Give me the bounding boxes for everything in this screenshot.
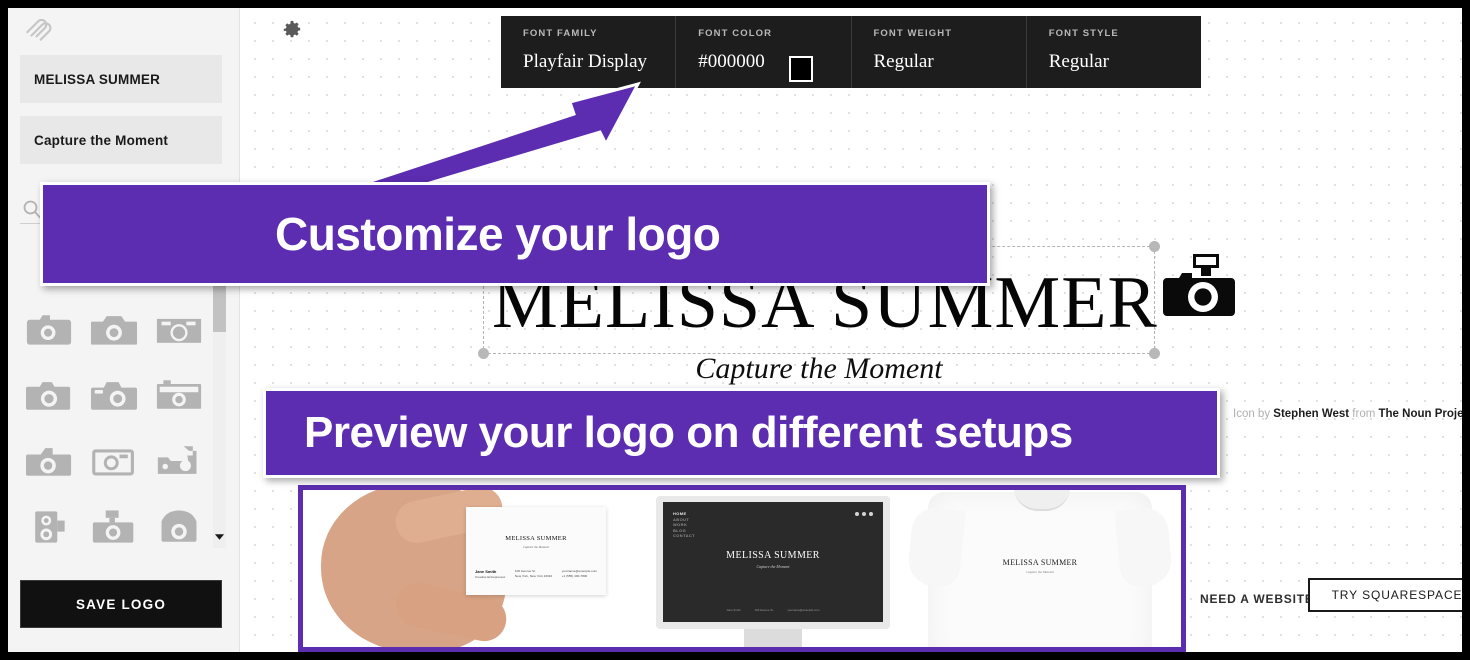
camera-icon[interactable] xyxy=(23,438,75,484)
nav-item: CONTACT xyxy=(673,533,696,539)
card-phone: +1 (555) 400-7800 xyxy=(561,574,588,578)
tshirt-image: MELISSA SUMMER Capture the Moment xyxy=(906,490,1174,647)
callout-preview: Preview your logo on different setups xyxy=(263,388,1220,478)
card-contact-name: Jane Smith xyxy=(475,569,497,574)
site-footer: Jane Smith 100 Avenue St. yourname@examp… xyxy=(663,608,883,612)
credit-prefix: Icon by xyxy=(1233,408,1274,420)
footer-item: yourname@example.com xyxy=(787,608,820,612)
camera-icon[interactable] xyxy=(23,504,75,550)
social-icons xyxy=(855,512,873,516)
credit-author: Stephen West xyxy=(1273,408,1350,420)
font-color-label: FONT COLOR xyxy=(698,28,773,39)
camera-icon[interactable] xyxy=(23,372,75,418)
font-style-value: Regular xyxy=(1048,51,1109,72)
font-weight-value: Regular xyxy=(873,51,934,72)
font-color-field[interactable]: FONT COLOR #000000 xyxy=(676,16,852,88)
card-logo: MELISSA SUMMER xyxy=(505,535,567,542)
logo-editor-app: MELISSA SUMMER Capture the Moment SAVE L… xyxy=(8,8,1462,652)
screenshot-frame: MELISSA SUMMER Capture the Moment SAVE L… xyxy=(0,0,1470,660)
site-logo: MELISSA SUMMER xyxy=(726,550,820,561)
tshirt-logo: MELISSA SUMMER xyxy=(1002,558,1078,567)
card-contact-row: Jane Smith Creative Entrepreneur 100 Ave… xyxy=(475,569,597,580)
card-tagline: Capture the Moment xyxy=(522,545,550,549)
preview-business-card[interactable]: MELISSA SUMMER Capture the Moment Jane S… xyxy=(303,490,648,647)
social-dot-icon xyxy=(862,512,866,516)
monitor-screen: HOME ABOUT WORK BLOG CONTACT MELISSA SUM… xyxy=(663,502,883,622)
font-style-field[interactable]: FONT STYLE Regular xyxy=(1027,16,1201,88)
camera-icon[interactable] xyxy=(153,372,205,418)
social-dot-icon xyxy=(855,512,859,516)
camera-icon[interactable] xyxy=(153,504,205,550)
tshirt-collar xyxy=(1014,490,1070,511)
tshirt-sleeve-left xyxy=(906,505,966,589)
save-logo-button[interactable]: SAVE LOGO xyxy=(20,580,222,628)
footer-item: 100 Avenue St. xyxy=(754,608,774,612)
credit-middle: from xyxy=(1349,408,1379,420)
card-address-2: New York, New York 10010 xyxy=(514,574,553,578)
camera-icon[interactable] xyxy=(88,504,140,550)
monitor-bezel: HOME ABOUT WORK BLOG CONTACT MELISSA SUM… xyxy=(656,496,890,629)
footer-item: Jane Smith xyxy=(726,608,741,612)
tshirt-sleeve-right xyxy=(1114,505,1174,589)
font-family-label: FONT FAMILY xyxy=(523,28,598,39)
gear-icon[interactable] xyxy=(282,20,302,40)
tshirt-tagline: Capture the Moment xyxy=(1026,570,1054,574)
preview-website[interactable]: HOME ABOUT WORK BLOG CONTACT MELISSA SUM… xyxy=(648,490,898,647)
social-dot-icon xyxy=(869,512,873,516)
card-address-1: 100 Avenue St. xyxy=(514,569,536,573)
site-nav: HOME ABOUT WORK BLOG CONTACT xyxy=(673,511,695,539)
business-card: MELISSA SUMMER Capture the Moment Jane S… xyxy=(466,507,606,595)
camera-with-flash-icon[interactable] xyxy=(1163,252,1235,324)
camera-icon[interactable] xyxy=(23,306,75,352)
icon-credit: Icon by Stephen West from The Noun Proje… xyxy=(1233,408,1462,420)
camera-icon[interactable] xyxy=(153,438,205,484)
tagline-input[interactable]: Capture the Moment xyxy=(20,116,222,164)
squarespace-logo-icon[interactable] xyxy=(22,13,56,43)
callout-preview-text: Preview your logo on different setups xyxy=(304,408,1073,457)
callout-customize: Customize your logo xyxy=(40,182,990,286)
font-weight-label: FONT WEIGHT xyxy=(873,28,953,39)
camera-icon[interactable] xyxy=(88,438,140,484)
try-squarespace-button[interactable]: TRY SQUARESPACE xyxy=(1308,578,1462,612)
preview-strip[interactable]: MELISSA SUMMER Capture the Moment Jane S… xyxy=(298,485,1186,652)
logo-tagline-text[interactable]: Capture the Moment xyxy=(483,352,1155,386)
monitor-stand xyxy=(744,629,802,647)
icon-results-grid[interactable] xyxy=(16,296,212,556)
card-contact-role: Creative Entrepreneur xyxy=(475,575,506,579)
font-style-label: FONT STYLE xyxy=(1048,28,1119,39)
credit-source: The Noun Project xyxy=(1378,408,1463,420)
icon-grid-scrollbar-thumb[interactable] xyxy=(213,280,226,332)
preview-tshirt[interactable]: MELISSA SUMMER Capture the Moment xyxy=(898,490,1181,647)
card-email: yourname@example.com xyxy=(561,569,597,573)
font-weight-field[interactable]: FONT WEIGHT Regular xyxy=(852,16,1027,88)
color-swatch[interactable] xyxy=(789,56,814,82)
logo-name-input[interactable]: MELISSA SUMMER xyxy=(20,55,222,103)
sidebar: MELISSA SUMMER Capture the Moment SAVE L… xyxy=(8,8,240,652)
camera-icon[interactable] xyxy=(88,372,140,418)
callout-customize-text: Customize your logo xyxy=(275,208,721,260)
need-website-label: NEED A WEBSITE? xyxy=(1200,592,1322,606)
logo-name-value: MELISSA SUMMER xyxy=(34,71,161,87)
chevron-down-icon[interactable] xyxy=(213,529,226,545)
search-icon xyxy=(22,199,42,219)
site-tagline: Capture the Moment xyxy=(756,564,790,569)
tagline-value: Capture the Moment xyxy=(34,132,169,148)
font-family-value: Playfair Display xyxy=(523,51,648,72)
camera-icon[interactable] xyxy=(153,306,205,352)
camera-icon[interactable] xyxy=(88,306,140,352)
resize-handle[interactable] xyxy=(1149,241,1160,252)
font-color-value: #000000 xyxy=(698,51,765,72)
